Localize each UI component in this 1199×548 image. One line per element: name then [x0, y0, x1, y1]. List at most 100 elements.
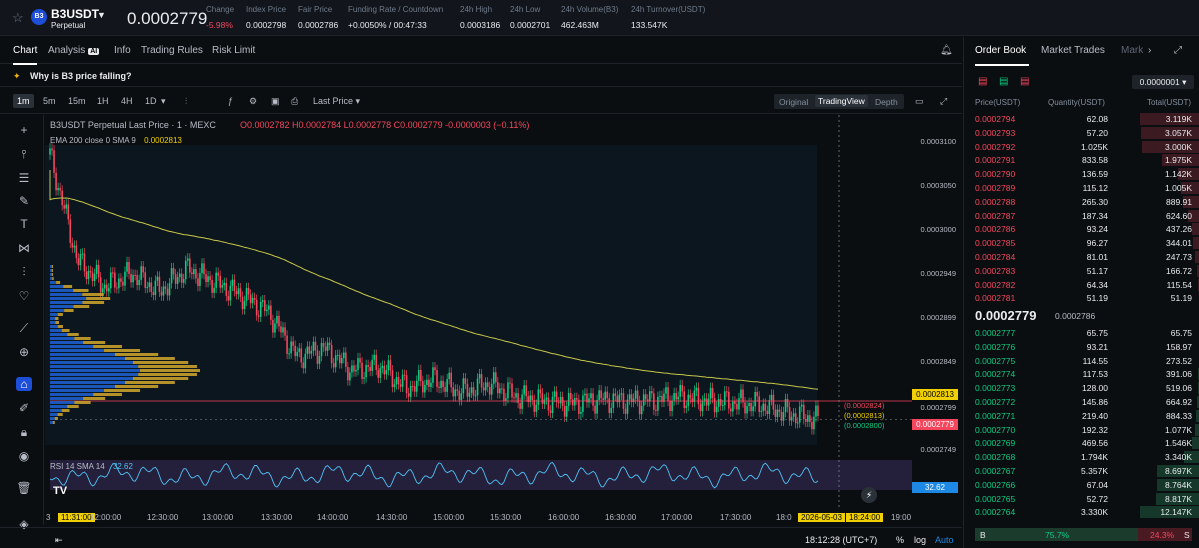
bid-row[interactable]: 0.0002764 3.330K 12.147K — [964, 505, 1199, 519]
ask-row[interactable]: 0.0002790 136.59 1.142K — [964, 167, 1199, 181]
candle-body — [488, 386, 491, 395]
interval-dropdown-icon[interactable]: ▾ — [161, 96, 166, 107]
ask-row[interactable]: 0.0002783 51.17 166.72 — [964, 264, 1199, 278]
bid-row[interactable]: 0.0002772 145.86 664.92 — [964, 395, 1199, 409]
interval-5m[interactable]: 5m — [43, 96, 56, 106]
symbol-name[interactable]: B3USDT — [51, 7, 99, 21]
text-tool-icon[interactable]: T — [16, 217, 32, 231]
bid-row[interactable]: 0.0002770 192.32 1.077K — [964, 423, 1199, 437]
candle-body — [697, 387, 700, 405]
camera-icon[interactable]: ⎙ — [291, 96, 298, 107]
time-axis[interactable]: 3 11:31:00 12:00:00 12:30:00 13:00:00 13:30:0… — [45, 510, 915, 525]
bid-row[interactable]: 0.0002774 117.53 391.06 — [964, 367, 1199, 381]
interval-1D[interactable]: 1D — [145, 96, 157, 106]
bid-row[interactable]: 0.0002775 114.55 273.52 — [964, 354, 1199, 368]
candle-body — [501, 388, 503, 390]
lightning-icon[interactable]: ⚡︎ — [861, 487, 877, 503]
bid-row[interactable]: 0.0002773 128.00 519.06 — [964, 381, 1199, 395]
bid-row[interactable]: 0.0002769 469.56 1.546K — [964, 436, 1199, 450]
candle-body — [592, 393, 594, 406]
asks-only-icon[interactable]: ▤ — [1020, 76, 1029, 87]
percent-toggle[interactable]: % — [896, 535, 904, 545]
interval-15m[interactable]: 15m — [68, 96, 86, 106]
candle-body — [817, 405, 819, 416]
magnet-icon[interactable]: ⌂ — [16, 377, 32, 391]
lock-icon[interactable]: 🔒︎ — [16, 425, 32, 440]
eye-icon[interactable]: ◉ — [16, 449, 32, 463]
ruler-icon[interactable]: ⟋ — [16, 321, 32, 336]
interval-1H[interactable]: 1H — [97, 96, 109, 106]
alert-bar[interactable]: ✦ Why is B3 price falling? — [0, 65, 962, 87]
vertical-line-icon[interactable]: ⫯ — [16, 147, 32, 162]
chart-style-icon[interactable]: ⫶ — [185, 96, 187, 107]
view-original[interactable]: Original — [779, 97, 808, 107]
expand-icon[interactable]: ⤢ — [1174, 45, 1182, 56]
ask-row[interactable]: 0.0002791 833.58 1.975K — [964, 153, 1199, 167]
bid-row[interactable]: 0.0002767 5.357K 8.697K — [964, 464, 1199, 478]
price-chart[interactable]: B3USDT Perpetual Last Price · 1 · MEXC O… — [45, 115, 915, 535]
bell-icon[interactable]: 🔔︎ — [940, 45, 953, 56]
ask-row[interactable]: 0.0002788 265.30 889.91 — [964, 195, 1199, 209]
interval-1m[interactable]: 1m — [13, 94, 34, 108]
both-sides-icon[interactable]: ▤ — [978, 76, 987, 87]
forecast-icon[interactable]: ⫶ — [16, 265, 32, 280]
ask-row[interactable]: 0.0002786 93.24 437.26 — [964, 222, 1199, 236]
price-type-select[interactable]: Last Price ▾ — [313, 96, 360, 107]
bid-row[interactable]: 0.0002771 219.40 884.33 — [964, 409, 1199, 423]
horizontal-lines-icon[interactable]: ☰ — [16, 171, 32, 185]
heart-icon[interactable]: ♡ — [16, 289, 32, 303]
layout-icon[interactable]: ▣ — [271, 96, 280, 107]
symbol-dropdown-icon[interactable]: ▼ — [97, 10, 106, 20]
price-axis[interactable]: 0.0003100 0.0003050 0.0003000 0.0002949 … — [915, 115, 962, 510]
favorite-star-icon[interactable]: ☆ — [12, 10, 24, 26]
interval-4H[interactable]: 4H — [121, 96, 133, 106]
candlestick-plot[interactable] — [45, 115, 915, 510]
view-tradingview[interactable]: TradingView — [815, 95, 868, 107]
trash-icon[interactable]: 🗑︎ — [16, 481, 32, 495]
indicators-icon[interactable]: ƒ — [228, 96, 233, 106]
log-toggle[interactable]: log — [914, 535, 926, 545]
settings-icon[interactable]: ⚙ — [249, 96, 257, 107]
chevron-right-icon[interactable]: › — [1148, 45, 1151, 56]
ask-row[interactable]: 0.0002787 187.34 624.60 — [964, 209, 1199, 223]
ask-row[interactable]: 0.0002785 96.27 344.01 — [964, 236, 1199, 250]
candle-body — [648, 391, 651, 402]
candle-body — [715, 406, 718, 413]
crosshair-icon[interactable]: + — [16, 123, 32, 137]
tab-market-trades[interactable]: Market Trades — [1041, 45, 1105, 56]
tab-analysis[interactable]: Analysis AI — [48, 45, 100, 56]
bid-row[interactable]: 0.0002766 67.04 8.764K — [964, 478, 1199, 492]
tab-risk-limit[interactable]: Risk Limit — [212, 45, 255, 56]
candle-body — [480, 374, 483, 388]
candle-body — [486, 382, 489, 387]
candle-body — [55, 172, 57, 191]
ask-row[interactable]: 0.0002789 115.12 1.005K — [964, 181, 1199, 195]
ask-row[interactable]: 0.0002784 81.01 247.73 — [964, 250, 1199, 264]
calendar-icon[interactable]: ⇤ — [55, 535, 63, 546]
auto-toggle[interactable]: Auto — [935, 535, 954, 545]
bid-row[interactable]: 0.0002777 65.75 65.75 — [964, 326, 1199, 340]
brush-icon[interactable]: ✎ — [16, 194, 32, 208]
zoom-icon[interactable]: ⊕ — [16, 345, 32, 359]
ask-row[interactable]: 0.0002792 1.025K 3.000K — [964, 140, 1199, 154]
bids-only-icon[interactable]: ▤ — [999, 76, 1008, 87]
tab-chart[interactable]: Chart — [13, 45, 38, 65]
bid-row[interactable]: 0.0002765 52.72 8.817K — [964, 492, 1199, 506]
view-depth[interactable]: Depth — [875, 97, 898, 107]
tab-info[interactable]: Info — [114, 45, 131, 56]
tab-order-book[interactable]: Order Book — [975, 45, 1026, 56]
tab-mark[interactable]: Mark — [1121, 45, 1143, 56]
pattern-icon[interactable]: ⋈ — [16, 241, 32, 255]
fullscreen-icon[interactable]: ⤢ — [940, 96, 947, 107]
ask-row[interactable]: 0.0002782 64.34 115.54 — [964, 278, 1199, 292]
ask-row[interactable]: 0.0002781 51.19 51.19 — [964, 291, 1199, 305]
bid-row[interactable]: 0.0002776 93.21 158.97 — [964, 340, 1199, 354]
ask-row[interactable]: 0.0002793 57.20 3.057K — [964, 126, 1199, 140]
tab-trading-rules[interactable]: Trading Rules — [141, 45, 203, 56]
panel-icon[interactable]: ▭ — [915, 96, 924, 107]
bid-row[interactable]: 0.0002768 1.794K 3.340K — [964, 450, 1199, 464]
alert-text[interactable]: Why is B3 price falling? — [30, 71, 132, 81]
paint-icon[interactable]: ✐ — [16, 401, 32, 415]
precision-select[interactable]: 0.0000001 ▾ — [1132, 75, 1194, 89]
ask-row[interactable]: 0.0002794 62.08 3.119K — [964, 112, 1199, 126]
